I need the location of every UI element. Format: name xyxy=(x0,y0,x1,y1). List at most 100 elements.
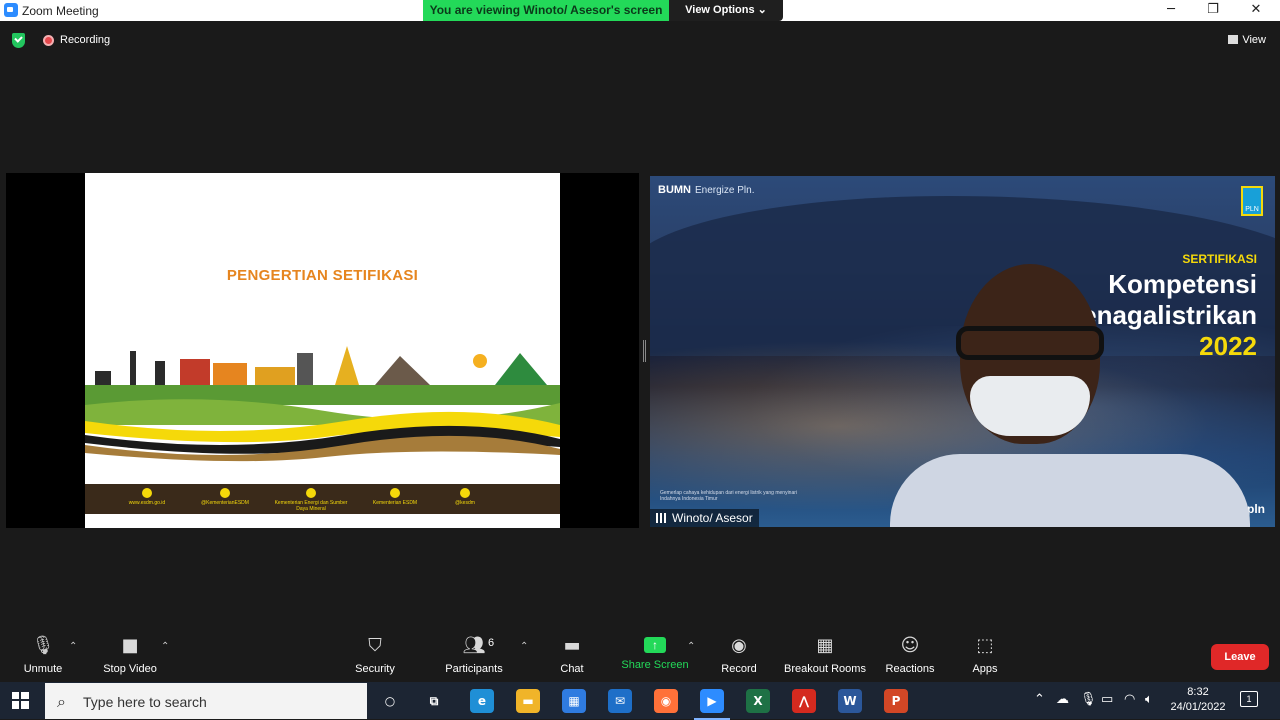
slide-footer: www.esdm.go.id @KementerianESDM Kementer… xyxy=(85,484,560,514)
window-title: Zoom Meeting xyxy=(22,4,99,18)
taskbar-search-box[interactable]: ⌕ Type here to search xyxy=(45,683,367,719)
reactions-smiley-icon: ☺ xyxy=(900,635,920,656)
recording-icon xyxy=(43,35,54,46)
instagram-icon xyxy=(460,488,470,498)
cortana-icon[interactable]: ○ xyxy=(378,689,402,713)
reactions-label: Reactions xyxy=(885,663,935,675)
edge-icon[interactable]: e xyxy=(470,689,494,713)
participants-button[interactable]: 👥︎ Participants xyxy=(443,635,505,675)
pln-logo: PLN xyxy=(1241,186,1263,216)
footer-facebook: Kementerian Energi dan Sumber Daya Miner… xyxy=(271,488,351,512)
audio-options-chevron-icon[interactable]: ⌃ xyxy=(69,641,77,652)
chat-bubble-icon: ▬ xyxy=(563,635,581,656)
shared-screen-pane: PENGERTIAN SETIFIKASI www.esdm.go.id @Ke… xyxy=(6,173,639,528)
notification-center-icon[interactable]: 1 xyxy=(1240,691,1258,707)
acrobat-icon[interactable]: ⋀ xyxy=(792,689,816,713)
bumn-logo-sub: Energize Pln. xyxy=(695,185,755,196)
mail-icon[interactable]: ✉ xyxy=(608,689,632,713)
search-icon: ⌕ xyxy=(57,692,66,711)
record-label: Record xyxy=(721,663,757,675)
muted-microphone-icon: 🎙︎ xyxy=(31,635,55,656)
zoom-icon xyxy=(4,3,18,17)
pane-resize-handle[interactable] xyxy=(643,340,646,362)
security-label: Security xyxy=(355,663,395,675)
reactions-button[interactable]: ☺ Reactions xyxy=(884,635,936,675)
show-hidden-icons-chevron-icon[interactable]: ⌃ xyxy=(1034,692,1045,707)
share-screen-button[interactable]: ↑ Share Screen xyxy=(620,635,690,671)
security-button[interactable]: ⛉ Security xyxy=(352,635,398,675)
windows-taskbar: ⌕ Type here to search ○ ⧉ e ▬ ▦ ✉ ◉ ▶ X ⋀ W P ⌃ ☁ 🎙… xyxy=(0,682,1280,720)
industry-illustration xyxy=(85,346,560,462)
unmute-button[interactable]: 🎙︎ Unmute xyxy=(20,635,66,675)
view-options-button[interactable]: View Options ⌄ xyxy=(669,0,783,21)
presentation-slide: PENGERTIAN SETIFIKASI www.esdm.go.id @Ke… xyxy=(85,173,560,528)
unmute-label: Unmute xyxy=(23,663,63,675)
video-options-chevron-icon[interactable]: ⌃ xyxy=(161,641,169,652)
excel-icon[interactable]: X xyxy=(746,689,770,713)
footer-twitter: @KementerianESDM xyxy=(185,488,265,506)
bumn-logo-text: BUMN xyxy=(658,184,691,196)
participants-icon: 👥︎ xyxy=(462,635,486,656)
footer-label: Kementerian Energi dan Sumber Daya Miner… xyxy=(274,500,348,512)
globe-icon xyxy=(142,488,152,498)
onedrive-cloud-icon[interactable]: ☁ xyxy=(1056,692,1069,707)
participants-count: 6 xyxy=(488,637,495,649)
participant-person xyxy=(890,264,1250,527)
breakout-rooms-label: Breakout Rooms xyxy=(784,663,866,675)
record-button[interactable]: ◉ Record xyxy=(718,635,760,675)
stop-video-button[interactable]: ■ Stop Video xyxy=(100,635,160,675)
store-icon[interactable]: ▦ xyxy=(562,689,586,713)
clock-date: 24/01/2022 xyxy=(1170,701,1226,713)
close-button[interactable]: ✕ xyxy=(1246,2,1266,18)
signal-bars-icon xyxy=(656,513,668,523)
task-view-icon[interactable]: ⧉ xyxy=(422,689,446,713)
apps-icon: ⬚ xyxy=(976,635,994,656)
share-screen-icon: ↑ xyxy=(644,637,666,653)
screen-share-banner: You are viewing Winoto/ Asesor's screen xyxy=(423,0,669,21)
wifi-icon[interactable]: ◠ xyxy=(1124,692,1135,707)
speaker-icon[interactable]: 🔈︎ xyxy=(1145,692,1153,707)
footer-label: @KementerianESDM xyxy=(201,500,249,506)
battery-icon[interactable]: ▭ xyxy=(1101,692,1113,707)
taskbar-clock[interactable]: 8:32 24/01/2022 xyxy=(1168,685,1228,715)
footer-label: www.esdm.go.id xyxy=(128,500,166,506)
leave-button[interactable]: Leave xyxy=(1211,644,1269,670)
encryption-shield-icon[interactable] xyxy=(12,33,25,48)
participants-chevron-icon[interactable]: ⌃ xyxy=(520,641,528,652)
clock-time: 8:32 xyxy=(1187,686,1209,698)
facebook-icon xyxy=(306,488,316,498)
slide-title: PENGERTIAN SETIFIKASI xyxy=(226,267,419,284)
zoom-icon[interactable]: ▶ xyxy=(694,689,730,720)
breakout-rooms-icon: ▦ xyxy=(816,635,834,656)
powerpoint-icon[interactable]: P xyxy=(884,689,908,713)
youtube-icon xyxy=(390,488,400,498)
bg-tagline: Gemerlap cahaya kehidupan dari energi li… xyxy=(660,490,798,502)
footer-youtube: Kementerian ESDM xyxy=(355,488,435,506)
meeting-status-bar: Recording View xyxy=(0,21,1280,61)
participant-video[interactable]: BUMN Energize Pln. PLN SERTIFIKASI Kompet… xyxy=(650,176,1275,527)
bumn-logo: BUMN Energize Pln. xyxy=(658,184,754,196)
view-button[interactable]: View xyxy=(1228,34,1266,46)
share-options-chevron-icon[interactable]: ⌃ xyxy=(687,641,695,652)
meeting-toolbar: 🎙︎ Unmute ⌃ ■ Stop Video ⌃ ⛉ Security 👥︎… xyxy=(0,631,1280,682)
microphone-tray-icon[interactable]: 🎙︎ xyxy=(1080,692,1097,707)
chat-button[interactable]: ▬ Chat xyxy=(556,635,588,675)
face-mask xyxy=(970,376,1090,436)
file-explorer-icon[interactable]: ▬ xyxy=(516,689,540,713)
participant-name: Winoto/ Asesor xyxy=(672,511,753,525)
participant-name-tag: Winoto/ Asesor xyxy=(650,509,759,527)
footer-label: @kesdm xyxy=(455,500,475,506)
chat-label: Chat xyxy=(560,663,584,675)
footer-website: www.esdm.go.id xyxy=(107,488,187,506)
word-icon[interactable]: W xyxy=(838,689,862,713)
video-camera-icon: ■ xyxy=(121,635,139,656)
apps-button[interactable]: ⬚ Apps xyxy=(970,635,1000,675)
restore-button[interactable]: ❐ xyxy=(1203,2,1223,18)
windows-start-icon[interactable] xyxy=(12,692,29,709)
firefox-icon[interactable]: ◉ xyxy=(654,689,678,713)
minimize-button[interactable]: ─ xyxy=(1161,2,1181,18)
twitter-icon xyxy=(220,488,230,498)
glasses xyxy=(956,326,1104,360)
breakout-rooms-button[interactable]: ▦ Breakout Rooms xyxy=(783,635,867,675)
footer-label: Kementerian ESDM xyxy=(372,500,418,506)
